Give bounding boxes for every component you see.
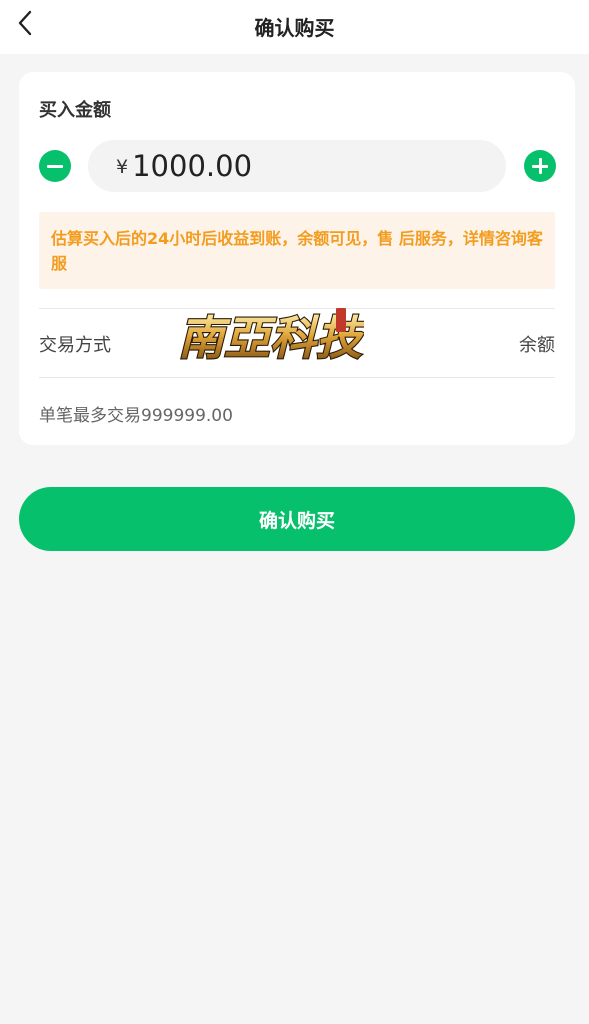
notice-text: 估算买入后的24小时后收益到账，余额可见，售 后服务，详情咨询客服 (51, 229, 543, 273)
currency-symbol: ¥ (116, 156, 129, 178)
decrease-amount-button[interactable] (39, 150, 71, 182)
confirm-purchase-label: 确认购买 (258, 509, 335, 532)
payment-method-value[interactable]: 余额 (519, 331, 555, 357)
purchase-card: 买入金额 ¥ 1000.00 估算买入后的24小时后收益到账，余额可见，售 后服… (19, 72, 575, 445)
nav-bar: 确认购买 (0, 0, 589, 54)
confirm-purchase-button[interactable]: 确认购买 (19, 487, 575, 551)
page-title: 确认购买 (254, 16, 335, 40)
amount-input[interactable]: ¥ 1000.00 (88, 140, 506, 192)
watermark-logo: 南亞科技 (176, 304, 369, 368)
payment-method-label: 交易方式 (39, 335, 111, 356)
minus-circle-icon (47, 164, 63, 168)
amount-section-title: 买入金额 (39, 100, 111, 121)
notice-box: 估算买入后的24小时后收益到账，余额可见，售 后服务，详情咨询客服 (39, 212, 555, 289)
divider (39, 377, 555, 378)
increase-amount-button[interactable] (524, 150, 556, 182)
amount-value: 1000.00 (132, 149, 253, 183)
transaction-limit-text: 单笔最多交易999999.00 (39, 406, 233, 426)
